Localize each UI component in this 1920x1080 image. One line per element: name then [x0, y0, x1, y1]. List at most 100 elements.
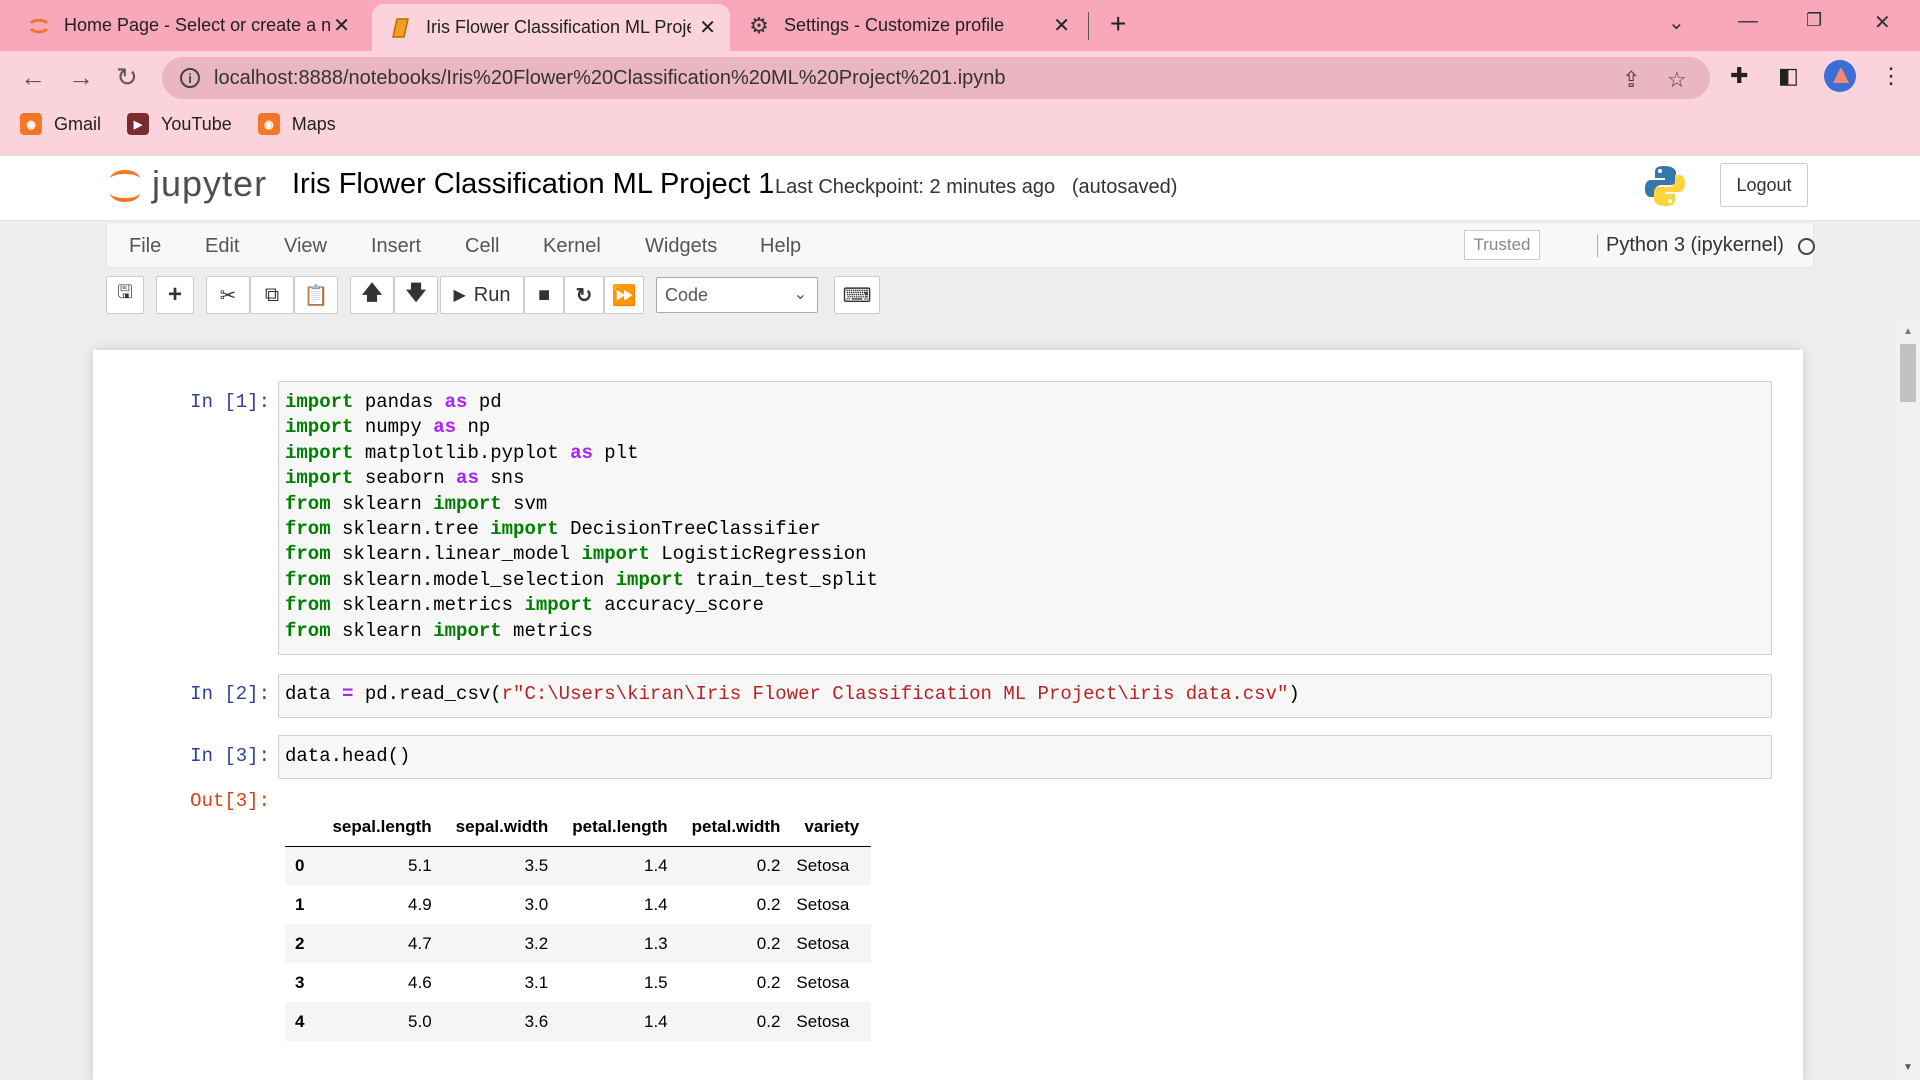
code-lines: data = pd.read_csv(r"C:\Users\kiran\Iris…: [279, 682, 1771, 707]
table-header-cell: variety: [792, 808, 872, 847]
menu-insert[interactable]: Insert: [371, 235, 421, 258]
tab-title: Settings - Customize profile: [784, 15, 1005, 35]
copy-button[interactable]: ⧉: [250, 276, 294, 314]
interrupt-button[interactable]: ■: [524, 276, 564, 314]
code-string: r"C:\Users\kiran\Iris Flower Classificat…: [501, 683, 1289, 705]
table-cell: 5.0: [320, 1002, 444, 1041]
code-text: sklearn: [330, 619, 434, 642]
save-icon: 🖫: [117, 282, 133, 302]
table-cell: 4.9: [408, 894, 432, 914]
bookmark-youtube[interactable]: ▶ YouTube: [127, 113, 232, 135]
code-cell-1[interactable]: import pandas as pd import numpy as np imp…: [278, 381, 1772, 655]
close-tab-icon[interactable]: ✕: [333, 16, 350, 36]
table-cell: 3.5: [443, 846, 561, 885]
table-cell: Setosa: [796, 972, 850, 992]
minimize-icon[interactable]: —: [1738, 10, 1758, 33]
menu-file[interactable]: File: [129, 235, 161, 258]
scroll-up-icon[interactable]: ▲: [1903, 326, 1913, 337]
menu-help[interactable]: Help: [760, 235, 801, 258]
trusted-badge[interactable]: Trusted: [1464, 230, 1540, 260]
code-keyword: import: [433, 619, 502, 642]
run-button[interactable]: ▶ Run: [440, 276, 524, 314]
arrow-down-icon: 🡇: [405, 282, 427, 304]
cell-type-select[interactable]: Code ⌄: [656, 277, 818, 313]
forward-icon[interactable]: →: [68, 64, 94, 90]
scroll-down-icon[interactable]: ▼: [1903, 1062, 1913, 1073]
bookmark-star-icon[interactable]: ☆: [1667, 67, 1687, 93]
restart-run-all-button[interactable]: ⏩: [604, 276, 644, 314]
command-palette-button[interactable]: ⌨: [834, 276, 880, 314]
tab-home-page[interactable]: Home Page - Select or create a n ✕: [28, 0, 364, 51]
menu-view[interactable]: View: [284, 235, 327, 258]
new-tab-icon[interactable]: +: [1110, 8, 1126, 40]
logout-button[interactable]: Logout: [1720, 163, 1808, 207]
code-line: import seaborn as sns: [279, 466, 1771, 491]
share-icon[interactable]: ⇪: [1622, 67, 1640, 93]
arrow-up-icon: 🡅: [361, 282, 383, 304]
address-bar[interactable]: i localhost:8888/notebooks/Iris%20Flower…: [162, 57, 1710, 99]
move-down-button[interactable]: 🡇: [394, 276, 438, 314]
code-line: import numpy as np: [279, 415, 1771, 440]
code-text: metrics: [501, 619, 593, 642]
table-header-row: sepal.length sepal.width petal.length pe…: [285, 808, 872, 847]
code-cell-2[interactable]: data = pd.read_csv(r"C:\Users\kiran\Iris…: [278, 674, 1772, 718]
move-up-button[interactable]: 🡅: [350, 276, 394, 314]
page-scrollbar[interactable]: ▲ ▼: [1896, 320, 1920, 1080]
extensions-icon[interactable]: ✚: [1730, 63, 1748, 89]
code-keyword: from: [285, 492, 331, 515]
scrollbar-thumb[interactable]: [1900, 344, 1916, 402]
tab-search-chevron-icon[interactable]: ⌄: [1668, 10, 1685, 35]
site-info-icon[interactable]: i: [180, 68, 200, 88]
code-text: sklearn.tree: [330, 518, 491, 541]
insert-cell-button[interactable]: +: [156, 276, 194, 314]
code-cell-3[interactable]: data.head(): [278, 735, 1772, 779]
more-menu-icon[interactable]: ⋮: [1880, 63, 1902, 89]
code-keyword: as: [456, 467, 479, 490]
table-cell: 3.1: [524, 972, 549, 992]
table-header-cell: petal.length: [560, 808, 680, 847]
browser-tab-strip: Home Page - Select or create a n ✕ Iris …: [0, 0, 1920, 51]
table-cell: 3.0: [524, 894, 549, 914]
paste-button[interactable]: 📋: [294, 276, 338, 314]
table-header-cell: [285, 808, 321, 847]
notebook-title[interactable]: Iris Flower Classification ML Project 1: [292, 168, 774, 201]
cut-button[interactable]: ✂: [206, 276, 250, 314]
back-icon[interactable]: ←: [20, 64, 46, 90]
restart-icon: ↻: [575, 284, 593, 307]
notebook-menubar: File Edit View Insert Cell Kernel Widget…: [106, 222, 1815, 268]
code-keyword: import: [581, 543, 650, 566]
save-button[interactable]: 🖫: [106, 276, 144, 314]
bookmark-gmail[interactable]: ◉ Gmail: [20, 113, 101, 135]
close-tab-icon[interactable]: ✕: [1053, 16, 1070, 36]
tab-iris-notebook[interactable]: Iris Flower Classification ML Proje ✕: [372, 4, 730, 51]
code-text: seaborn: [353, 467, 457, 490]
side-panel-icon[interactable]: ◧: [1778, 63, 1799, 89]
menu-cell[interactable]: Cell: [465, 235, 499, 258]
table-cell: 4.7: [320, 924, 444, 963]
tab-divider: [1088, 12, 1089, 40]
jupyter-logo[interactable]: jupyter: [108, 162, 267, 206]
restore-icon[interactable]: ❐: [1806, 10, 1822, 31]
code-keyword: import: [285, 391, 354, 413]
table-header-cell: sepal.length: [320, 808, 444, 847]
bookmark-label: Gmail: [54, 113, 102, 134]
url-text[interactable]: localhost:8888/notebooks/Iris%20Flower%2…: [214, 67, 1006, 90]
bookmark-maps[interactable]: ◉ Maps: [257, 113, 336, 135]
code-keyword: as: [433, 416, 457, 439]
keyboard-icon: ⌨: [842, 284, 872, 307]
profile-avatar[interactable]: [1824, 60, 1856, 92]
code-text: sklearn.linear_model: [330, 543, 582, 566]
menu-kernel[interactable]: Kernel: [543, 235, 601, 258]
checkpoint-status: Last Checkpoint: 2 minutes ago (autosave…: [775, 176, 1177, 199]
reload-icon[interactable]: ↻: [116, 64, 138, 90]
code-text: sklearn.model_selection: [330, 568, 616, 591]
table-cell: 0.2: [756, 894, 781, 914]
restart-button[interactable]: ↻: [564, 276, 604, 314]
close-tab-icon[interactable]: ✕: [699, 18, 716, 38]
code-lines: data.head(): [279, 744, 1771, 769]
menu-widgets[interactable]: Widgets: [645, 235, 717, 258]
kernel-name[interactable]: Python 3 (ipykernel): [1597, 234, 1784, 257]
close-window-icon[interactable]: ✕: [1874, 10, 1891, 35]
menu-edit[interactable]: Edit: [205, 235, 239, 258]
tab-settings[interactable]: ⚙ Settings - Customize profile ✕: [748, 0, 1084, 51]
